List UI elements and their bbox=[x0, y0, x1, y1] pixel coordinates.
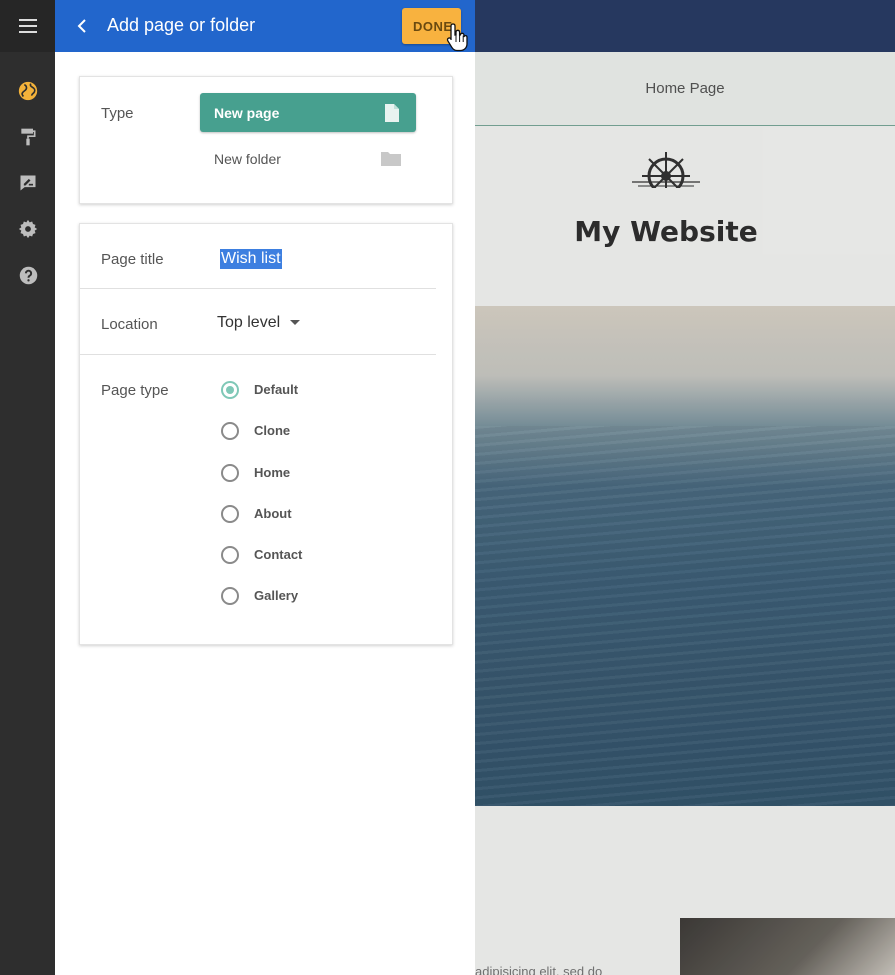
radio-label: About bbox=[254, 506, 292, 521]
radio-icon bbox=[221, 505, 239, 523]
radio-icon bbox=[221, 587, 239, 605]
hand-cursor-icon bbox=[446, 23, 468, 52]
panel-title: Add page or folder bbox=[107, 15, 256, 35]
gear-icon[interactable] bbox=[17, 218, 39, 240]
radio-label: Clone bbox=[254, 423, 291, 438]
radio-selected-icon bbox=[221, 381, 239, 399]
page-type-label: Page type bbox=[101, 382, 169, 399]
new-folder-label: New folder bbox=[214, 151, 281, 167]
chevron-left-icon bbox=[77, 19, 86, 33]
preview-overlay bbox=[475, 52, 895, 975]
caret-down-icon bbox=[290, 320, 301, 326]
globe-icon[interactable] bbox=[17, 80, 39, 102]
type-label: Type bbox=[101, 105, 134, 122]
menu-icon[interactable] bbox=[0, 0, 55, 52]
radio-label: Contact bbox=[254, 547, 303, 562]
page-title-selected-text: Wish list bbox=[220, 249, 282, 269]
new-page-button[interactable]: New page bbox=[200, 93, 416, 132]
radio-icon bbox=[221, 546, 239, 564]
location-dropdown[interactable]: Top level bbox=[217, 314, 301, 336]
add-page-panel: Add page or folder DONE Type New page Ne… bbox=[55, 0, 475, 975]
help-icon[interactable] bbox=[17, 264, 39, 286]
page-title-label: Page title bbox=[101, 251, 164, 268]
back-button[interactable] bbox=[69, 14, 93, 38]
edit-note-icon[interactable] bbox=[17, 172, 39, 194]
type-card: Type New page New folder bbox=[79, 76, 453, 204]
folder-icon bbox=[381, 152, 401, 166]
site-topbar bbox=[475, 0, 895, 52]
left-rail bbox=[0, 0, 56, 975]
radio-icon bbox=[221, 422, 239, 440]
radio-icon bbox=[221, 464, 239, 482]
radio-label: Home bbox=[254, 465, 291, 480]
radio-label: Gallery bbox=[254, 588, 299, 603]
new-folder-option[interactable]: New folder bbox=[200, 145, 416, 173]
panel-header: Add page or folder DONE bbox=[55, 0, 475, 52]
file-icon bbox=[385, 104, 399, 122]
location-value: Top level bbox=[217, 314, 281, 331]
divider bbox=[80, 288, 436, 289]
divider bbox=[80, 354, 436, 355]
page-details-card: Page title Wish list Location Top level … bbox=[79, 223, 453, 645]
paint-roller-icon[interactable] bbox=[17, 126, 39, 148]
location-label: Location bbox=[101, 316, 158, 333]
radio-label: Default bbox=[254, 382, 299, 397]
new-page-label: New page bbox=[214, 105, 280, 121]
